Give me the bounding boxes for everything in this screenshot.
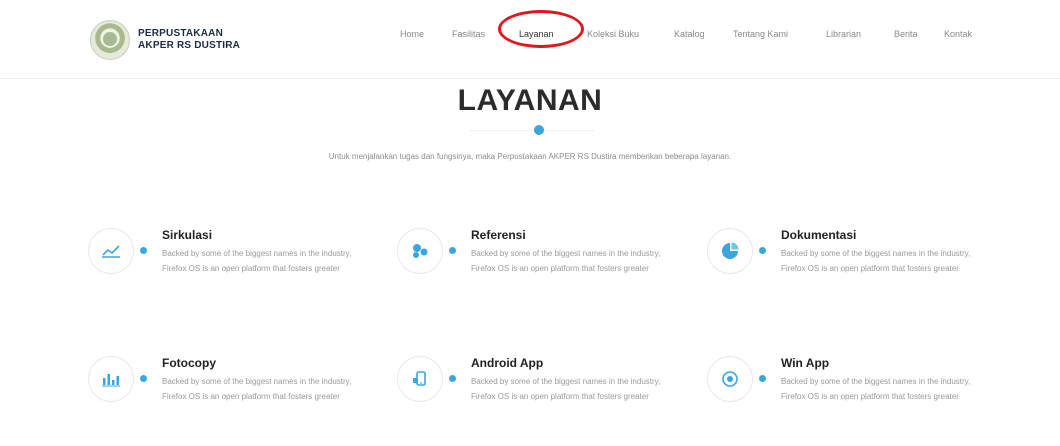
service-description: Backed by some of the biggest names in t… — [781, 377, 971, 401]
service-icon-circle — [707, 228, 753, 274]
service-icon-circle — [88, 228, 134, 274]
service-fotocopy[interactable]: Fotocopy Backed by some of the biggest n… — [88, 356, 388, 446]
highlight-ring-annotation — [498, 10, 584, 48]
service-dot — [759, 375, 766, 382]
service-title: Win App — [781, 356, 830, 370]
service-title: Fotocopy — [162, 356, 216, 370]
nav-katalog[interactable]: Katalog — [674, 29, 705, 39]
service-title: Referensi — [471, 228, 526, 242]
service-description: Backed by some of the biggest names in t… — [162, 377, 352, 401]
service-icon-circle — [707, 356, 753, 402]
title-divider — [470, 130, 594, 131]
service-dot — [449, 375, 456, 382]
pie-chart-icon — [722, 242, 739, 259]
divider-dot — [534, 125, 544, 135]
nav-koleksi-buku[interactable]: Koleksi Buku — [587, 29, 639, 39]
service-dot — [140, 247, 147, 254]
service-icon-circle — [397, 356, 443, 402]
nav-kontak[interactable]: Kontak — [944, 29, 972, 39]
cluster-icon — [413, 244, 428, 258]
service-description: Backed by some of the biggest names in t… — [471, 377, 661, 401]
service-description: Backed by some of the biggest names in t… — [162, 249, 352, 273]
nav-librarian[interactable]: Librarian — [826, 29, 861, 39]
service-description: Backed by some of the biggest names in t… — [781, 249, 971, 273]
service-dot — [140, 375, 147, 382]
section-intro: Untuk menjalankan tugas dan fungsinya, m… — [328, 152, 732, 161]
nav-berita[interactable]: Berita — [894, 29, 918, 39]
service-title: Sirkulasi — [162, 228, 213, 242]
service-android-app[interactable]: Android App Backed by some of the bigges… — [397, 356, 697, 446]
service-description: Backed by some of the biggest names in t… — [471, 249, 661, 273]
nav-fasilitas[interactable]: Fasilitas — [452, 29, 485, 39]
nav-tentang-kami[interactable]: Tentang Kami — [733, 29, 788, 39]
service-icon-circle — [88, 356, 134, 402]
service-icon-circle — [397, 228, 443, 274]
target-icon — [722, 371, 738, 387]
service-referensi[interactable]: Referensi Backed by some of the biggest … — [397, 228, 697, 318]
service-sirkulasi[interactable]: Sirkulasi Backed by some of the biggest … — [88, 228, 388, 318]
line-chart-icon — [102, 245, 120, 258]
section-title: LAYANAN — [457, 84, 603, 117]
bar-chart-icon — [102, 374, 120, 387]
service-title: Dokumentasi — [781, 228, 857, 242]
mobile-icon — [413, 371, 426, 386]
nav-home[interactable]: Home — [400, 29, 424, 39]
service-dot — [759, 247, 766, 254]
service-win-app[interactable]: Win App Backed by some of the biggest na… — [707, 356, 1007, 446]
service-dot — [449, 247, 456, 254]
service-title: Android App — [471, 356, 544, 370]
site-header: PERPUSTAKAAN AKPER RS DUSTIRA Home Fasil… — [0, 0, 1060, 79]
service-dokumentasi[interactable]: Dokumentasi Backed by some of the bigges… — [707, 228, 1007, 318]
